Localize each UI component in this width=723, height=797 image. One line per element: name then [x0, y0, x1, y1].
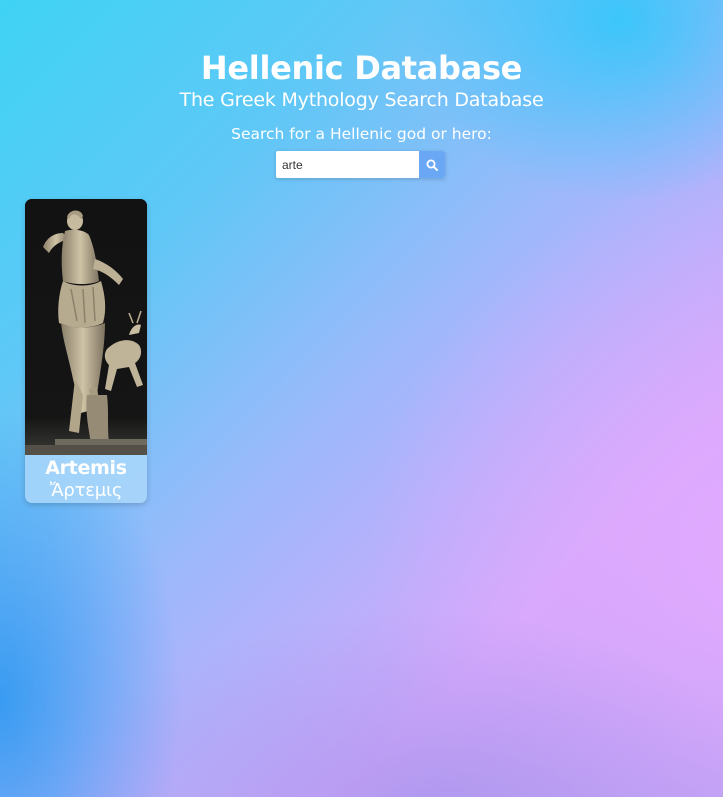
search-input[interactable]	[276, 151, 419, 178]
result-card-artemis[interactable]: Artemis Ἄρτεμις	[25, 199, 147, 503]
search-icon	[426, 159, 438, 171]
search-bar	[276, 151, 445, 178]
artemis-statue-image	[25, 199, 147, 455]
result-name: Artemis	[45, 457, 127, 479]
result-card-caption: Artemis Ἄρτεμις	[25, 455, 147, 503]
result-greek-name: Ἄρτεμις	[49, 480, 123, 501]
page-header: Hellenic Database The Greek Mythology Se…	[0, 48, 723, 112]
search-button[interactable]	[419, 151, 445, 178]
page-title: Hellenic Database	[200, 49, 523, 87]
page-subtitle: The Greek Mythology Search Database	[179, 89, 544, 111]
search-label: Search for a Hellenic god or hero:	[231, 125, 492, 143]
